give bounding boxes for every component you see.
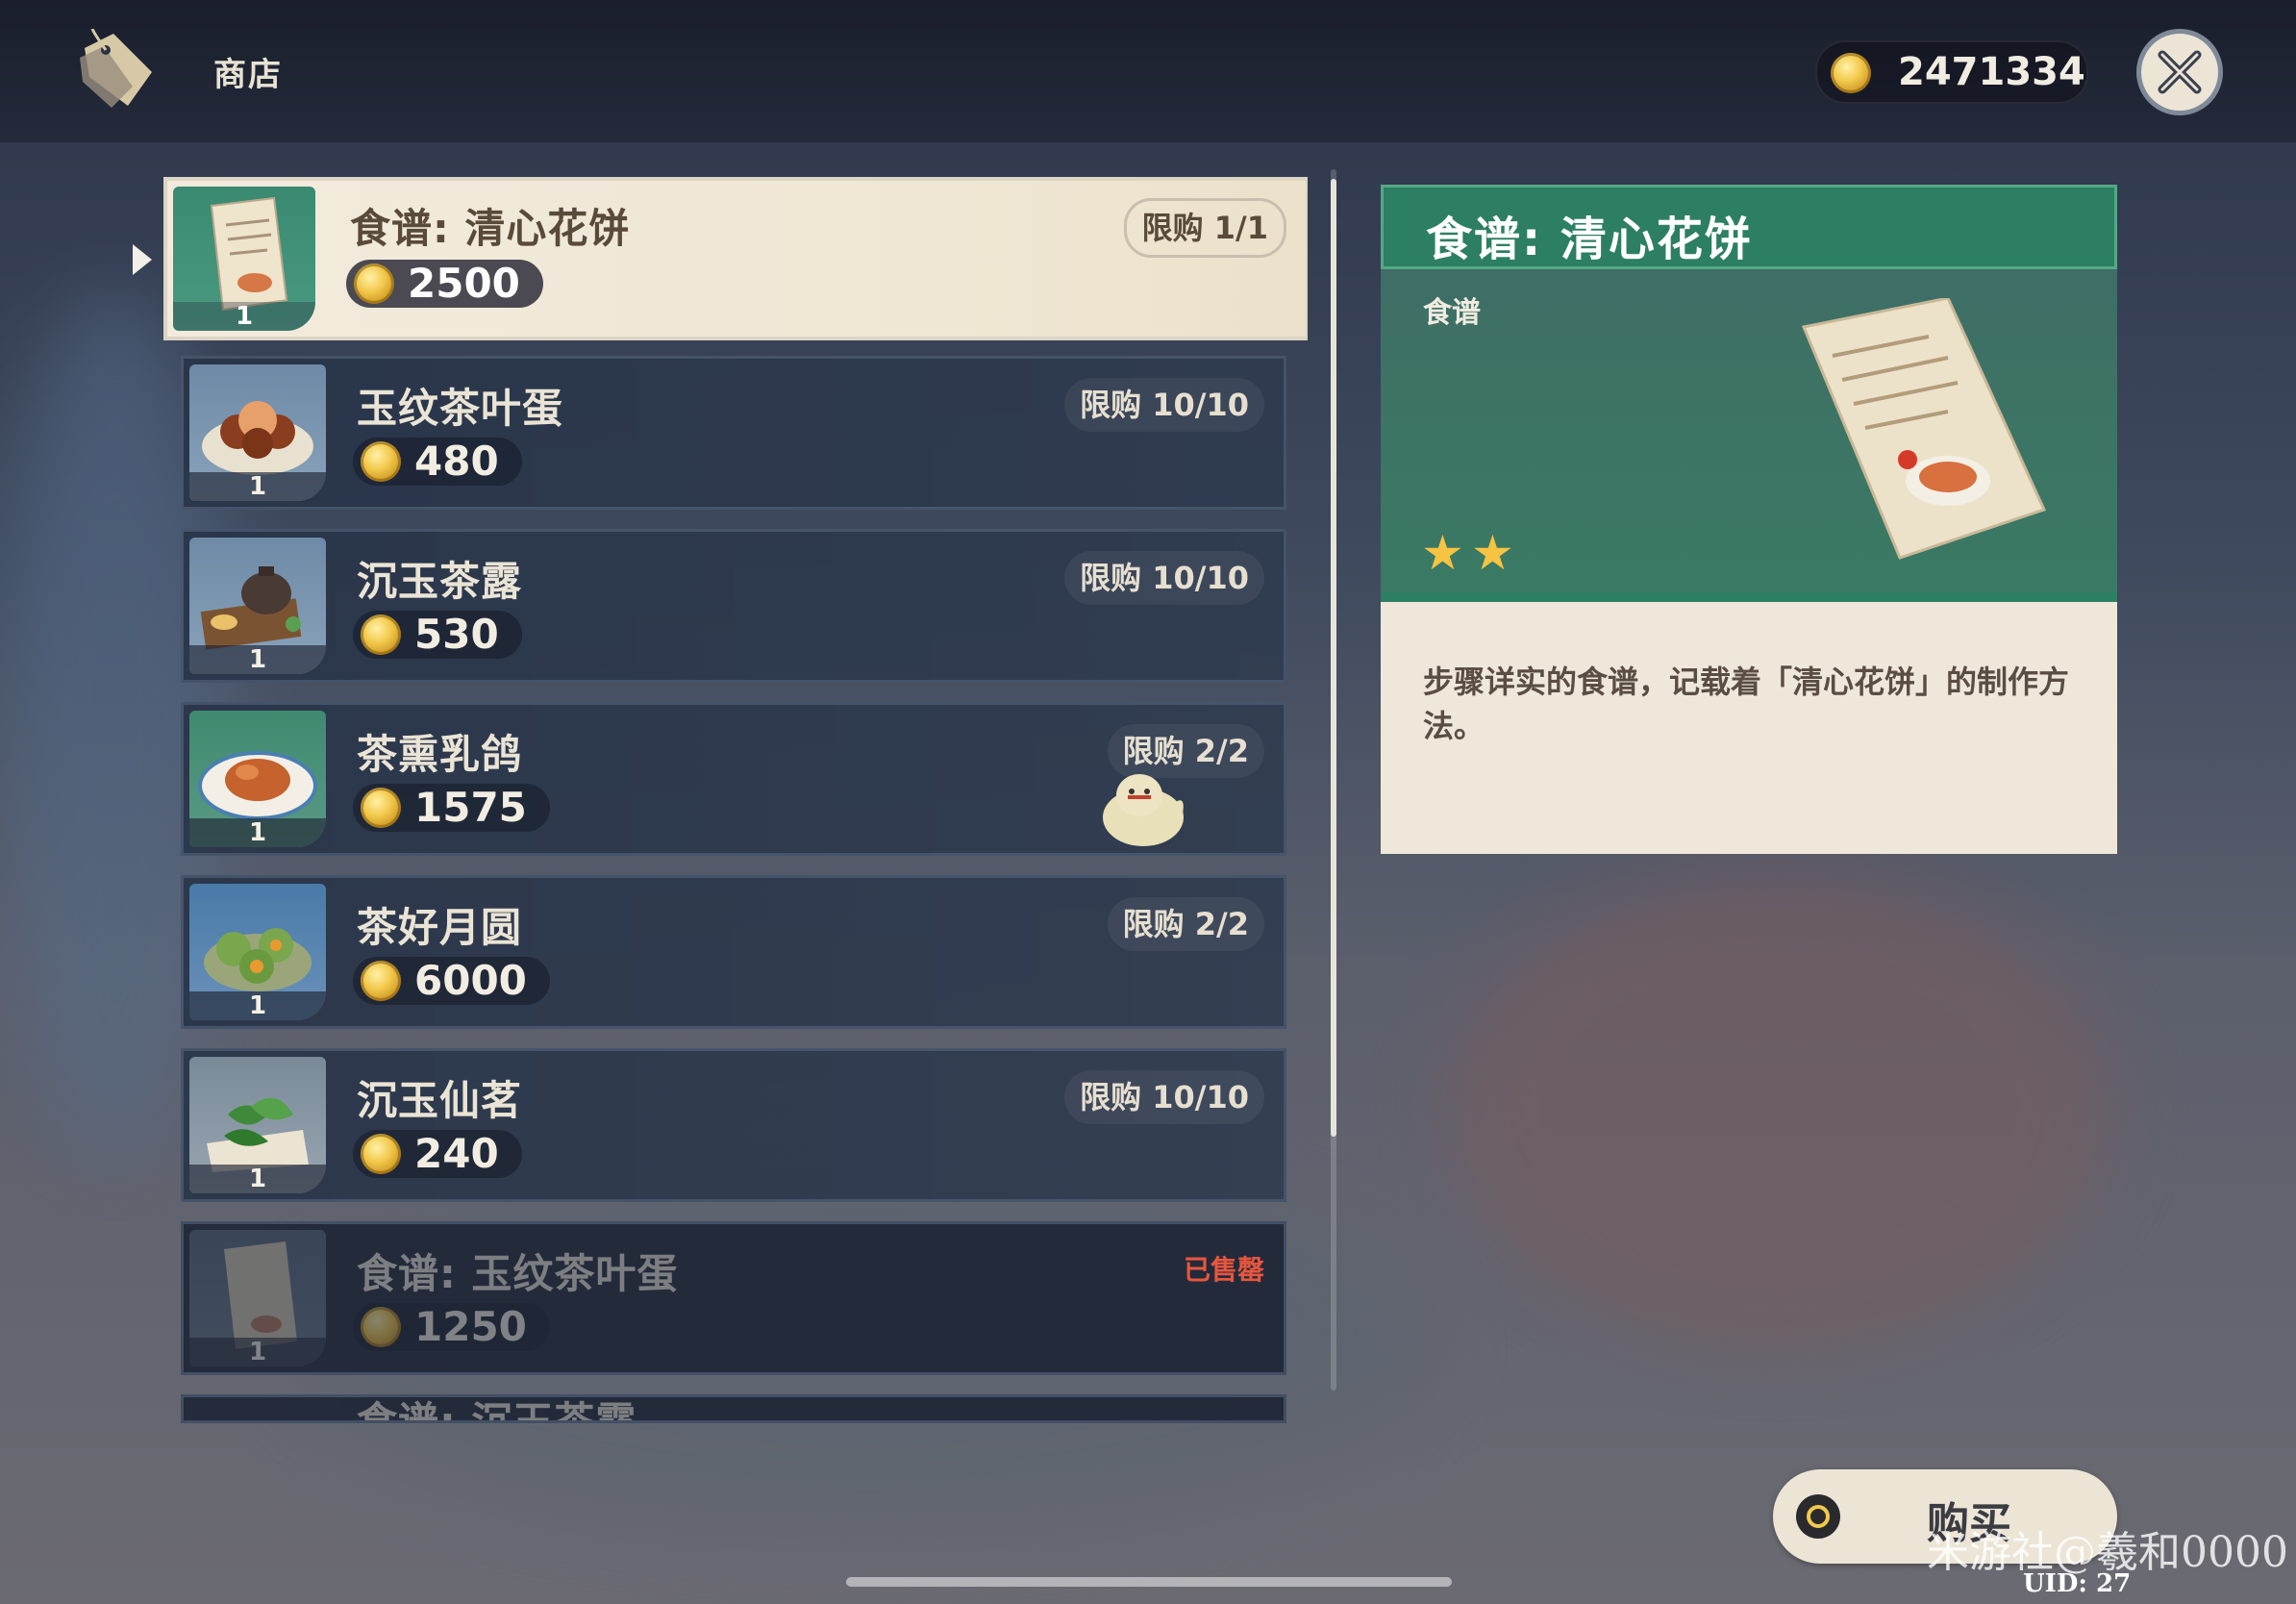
item-category: 食谱 [1423, 296, 1481, 330]
item-quantity: 1 [189, 472, 326, 501]
item-price-value: 6000 [414, 957, 527, 1004]
close-button[interactable] [2136, 29, 2223, 115]
item-price-value: 530 [414, 611, 499, 658]
item-price-value: 2500 [408, 260, 520, 307]
rarity-star-icon: ★ [1471, 525, 1514, 581]
item-quantity: 1 [189, 645, 326, 674]
item-price: 530 [353, 611, 522, 659]
mora-coin-icon [361, 1307, 401, 1347]
item-quantity: 1 [173, 302, 315, 331]
item-detail-panel: 食谱: 清心花饼 食谱 ★ ★ 步骤详实的食谱，记载着「清心花饼」的制作方法。 [1381, 185, 2117, 862]
mora-coin-icon [361, 961, 401, 1001]
mora-coin-icon [361, 788, 401, 828]
purchase-limit-badge: 限购 10/10 [1064, 378, 1264, 432]
purchase-limit-badge: 限购 10/10 [1064, 551, 1264, 605]
item-name: 沉玉茶露 [357, 558, 523, 605]
item-price: 2500 [346, 260, 543, 308]
shop-item-selected[interactable]: 1 食谱: 清心花饼 2500 限购 1/1 [163, 177, 1308, 340]
item-name: 茶好月圆 [357, 904, 523, 951]
purchase-limit-badge: 限购 10/10 [1064, 1070, 1264, 1124]
item-name: 食谱: 玉纹茶叶蛋 [357, 1250, 679, 1297]
item-quantity: 1 [189, 818, 326, 847]
item-thumbnail: 1 [189, 538, 326, 674]
item-description: 步骤详实的食谱，记载着「清心花饼」的制作方法。 [1423, 664, 2070, 744]
item-thumbnail: 1 [189, 1230, 326, 1366]
shop-item[interactable]: 1 玉纹茶叶蛋 480 限购 10/10 [181, 356, 1286, 510]
purchase-limit-badge: 限购 1/1 [1123, 198, 1286, 258]
close-icon [2158, 50, 2202, 94]
mora-coin-icon [361, 1134, 401, 1174]
top-bar: 商店 2471334 [0, 0, 2296, 142]
page-title: 商店 [213, 56, 283, 94]
item-thumbnail: 1 [173, 187, 315, 331]
purchase-limit-badge: 限购 2/2 [1107, 897, 1264, 951]
item-name: 食谱: 沉玉茶露 [357, 1398, 637, 1423]
mora-coin-icon [361, 441, 401, 482]
shop-item-partial[interactable]: 食谱: 沉玉茶露 [181, 1394, 1286, 1423]
item-price: 480 [353, 438, 522, 486]
list-scrollbar-thumb[interactable] [1331, 179, 1336, 1137]
detail-artwork: 食谱 ★ ★ [1381, 269, 2117, 602]
currency-amount: 2471334 [1898, 50, 2085, 94]
mascot-sticker-icon [1103, 774, 1184, 846]
mora-coin-icon [354, 263, 394, 304]
item-name: 食谱: 清心花饼 [350, 205, 631, 252]
item-thumbnail: 1 [189, 1057, 326, 1193]
item-name: 玉纹茶叶蛋 [357, 385, 564, 432]
price-tag-icon [80, 29, 152, 108]
detail-description-box: 步骤详实的食谱，记载着「清心花饼」的制作方法。 [1381, 602, 2117, 854]
item-price-value: 1575 [414, 784, 527, 831]
shop-item[interactable]: 1 沉玉仙茗 240 限购 10/10 [181, 1048, 1286, 1202]
mora-coin-icon [361, 614, 401, 655]
detail-header: 食谱: 清心花饼 [1381, 185, 2117, 269]
item-price-value: 240 [414, 1130, 499, 1177]
item-price-value: 1250 [414, 1303, 527, 1350]
shop-item[interactable]: 1 沉玉茶露 530 限购 10/10 [181, 529, 1286, 683]
shop-item[interactable]: 1 茶熏乳鸽 1575 限购 2/2 [181, 702, 1286, 856]
background-blur [1442, 865, 2115, 1346]
recipe-scroll-icon [1801, 298, 2047, 560]
shop-item-sold-out[interactable]: 1 食谱: 玉纹茶叶蛋 1250 已售罄 [181, 1221, 1286, 1375]
confirm-icon [1796, 1494, 1840, 1539]
shop-item-list[interactable]: 1 食谱: 清心花饼 2500 限购 1/1 1 玉纹茶叶蛋 480 限购 10… [163, 173, 1308, 1423]
shop-item[interactable]: 1 茶好月圆 6000 限购 2/2 [181, 875, 1286, 1029]
detail-title: 食谱: 清心花饼 [1426, 213, 1753, 266]
mora-coin-icon [1831, 53, 1871, 93]
item-quantity: 1 [189, 1165, 326, 1193]
item-thumbnail: 1 [189, 364, 326, 501]
item-thumbnail: 1 [189, 884, 326, 1020]
item-quantity: 1 [189, 1338, 326, 1366]
item-name: 沉玉仙茗 [357, 1077, 523, 1124]
item-name: 茶熏乳鸽 [357, 731, 523, 778]
item-thumbnail: 1 [189, 711, 326, 847]
player-uid: UID: 27 [2023, 1569, 2132, 1598]
item-quantity: 1 [189, 991, 326, 1020]
currency-display: 2471334 [1815, 40, 2088, 104]
selection-arrow-icon [133, 244, 152, 275]
rarity-star-icon: ★ [1421, 525, 1464, 581]
home-indicator[interactable] [846, 1577, 1452, 1587]
item-price: 1250 [353, 1303, 550, 1351]
sold-out-label: 已售罄 [1183, 1254, 1264, 1286]
item-price: 6000 [353, 957, 550, 1005]
item-price-value: 480 [414, 438, 499, 485]
item-price: 1575 [353, 784, 550, 832]
item-price: 240 [353, 1130, 522, 1178]
